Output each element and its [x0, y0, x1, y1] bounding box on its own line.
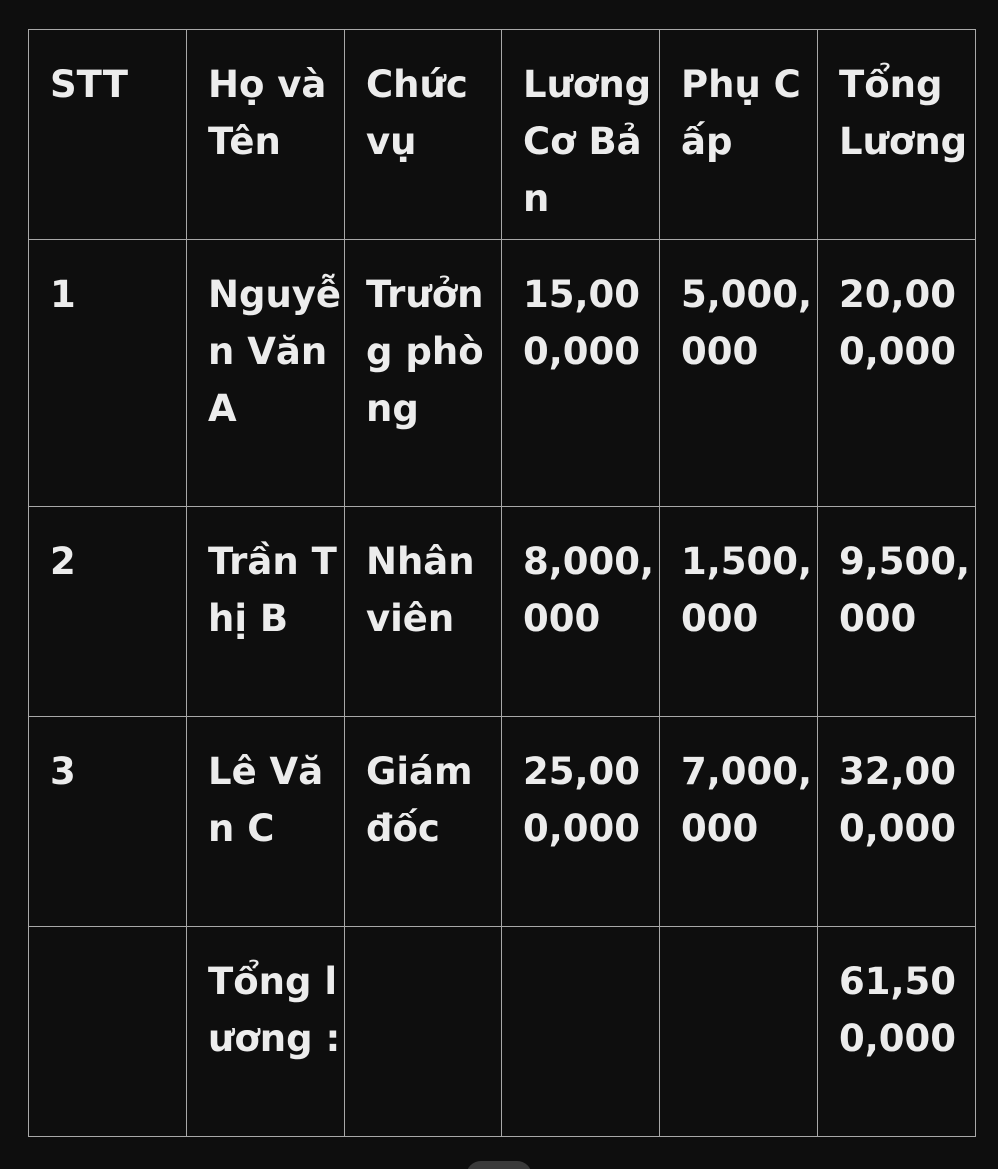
cell-base-salary: 25,000,000: [501, 716, 660, 927]
header-cell-stt: STT: [28, 29, 187, 240]
cell-base-salary: 8,000,000: [501, 506, 660, 717]
cell-position: Giám đốc: [344, 716, 502, 927]
table-header-row: STT Họ và Tên Chức vụ Lương Cơ Bản Phụ C…: [28, 29, 976, 240]
total-empty-cell: [659, 926, 818, 1137]
cell-stt: 3: [28, 716, 187, 927]
header-cell-total-salary: Tổng Lương: [817, 29, 976, 240]
salary-table: STT Họ và Tên Chức vụ Lương Cơ Bản Phụ C…: [28, 29, 976, 1137]
cell-stt: 1: [28, 239, 187, 507]
cell-name: Nguyễn Văn A: [186, 239, 345, 507]
cell-position: Nhân viên: [344, 506, 502, 717]
total-empty-cell: [501, 926, 660, 1137]
header-cell-allowance: Phụ Cấp: [659, 29, 818, 240]
cell-base-salary: 15,000,000: [501, 239, 660, 507]
cell-name: Trần Thị B: [186, 506, 345, 717]
table-row: 3 Lê Văn C Giám đốc 25,000,000 7,000,000…: [28, 716, 976, 927]
cell-total-salary: 9,500,000: [817, 506, 976, 717]
cell-name: Lê Văn C: [186, 716, 345, 927]
total-row: Tổng lương : 61,500,000: [28, 926, 976, 1137]
cell-total-salary: 20,000,000: [817, 239, 976, 507]
cell-allowance: 5,000,000: [659, 239, 818, 507]
header-cell-name: Họ và Tên: [186, 29, 345, 240]
scroll-handle[interactable]: [466, 1161, 532, 1169]
table-row: 2 Trần Thị B Nhân viên 8,000,000 1,500,0…: [28, 506, 976, 717]
total-empty-cell: [344, 926, 502, 1137]
header-cell-base-salary: Lương Cơ Bản: [501, 29, 660, 240]
total-value: 61,500,000: [817, 926, 976, 1137]
total-label: Tổng lương :: [186, 926, 345, 1137]
cell-allowance: 7,000,000: [659, 716, 818, 927]
header-cell-position: Chức vụ: [344, 29, 502, 240]
total-empty-cell: [28, 926, 187, 1137]
cell-total-salary: 32,000,000: [817, 716, 976, 927]
cell-stt: 2: [28, 506, 187, 717]
cell-allowance: 1,500,000: [659, 506, 818, 717]
table-row: 1 Nguyễn Văn A Trưởng phòng 15,000,000 5…: [28, 239, 976, 507]
cell-position: Trưởng phòng: [344, 239, 502, 507]
